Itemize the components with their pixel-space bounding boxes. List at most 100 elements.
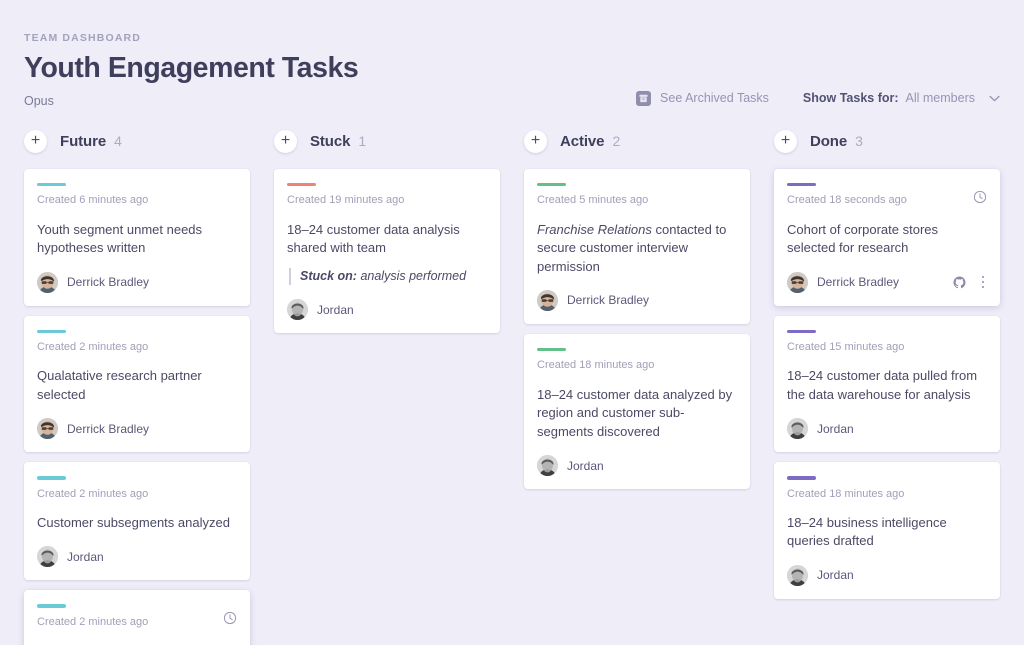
jordan-avatar	[537, 455, 558, 476]
chevron-down-icon[interactable]	[989, 95, 1000, 102]
derrick-avatar	[787, 271, 808, 293]
card-assignee-name: Derrick Bradley	[67, 275, 150, 289]
card-assignee-name: Jordan	[817, 421, 854, 436]
card-assignee-name: Jordan	[317, 302, 354, 317]
card-title: Qualatative research partner selected	[37, 368, 202, 402]
see-archived-tasks-button[interactable]: See Archived Tasks	[636, 90, 769, 106]
stuck-note-value: analysis performed	[360, 268, 467, 283]
task-card[interactable]: Created 2 minutes agoNext youth segment …	[24, 590, 250, 645]
card-tag-bar	[37, 182, 66, 187]
task-card[interactable]: Created 5 minutes ago Franchise Relations…	[524, 168, 750, 324]
column-header: + Stuck 1	[274, 129, 500, 169]
card-assignee-name: Jordan	[67, 549, 104, 564]
jordan-avatar	[37, 546, 58, 568]
derrick-avatar	[537, 289, 558, 311]
column-header: + Done 3	[774, 129, 1000, 169]
card-tag-bar	[37, 329, 66, 333]
card-footer: Jordan	[787, 418, 987, 440]
add-task-button-done[interactable]: +	[774, 129, 797, 153]
kanban-board: + Future 4 Created 6 minutes ago Youth seg…	[0, 108, 1024, 645]
card-tag-bar	[37, 604, 66, 608]
add-task-button-active[interactable]: +	[524, 129, 547, 153]
github-icon[interactable]	[952, 275, 966, 289]
task-card[interactable]: Created 19 minutes ago 18–24 customer dat…	[274, 168, 500, 333]
clock-icon[interactable]	[973, 190, 987, 204]
card-created-time: Created 18 minutes ago	[537, 359, 655, 372]
see-archived-tasks-label: See Archived Tasks	[660, 91, 769, 106]
kebab-menu-icon[interactable]	[979, 274, 988, 291]
card-footer: Jordan	[37, 546, 237, 568]
column-header: + Active 2	[524, 129, 750, 169]
derrick-avatar	[37, 418, 58, 440]
column-count: 3	[855, 133, 863, 150]
card-assignee-name: Derrick Bradley	[817, 275, 900, 289]
card-created-time: Created 2 minutes ago	[37, 615, 149, 628]
breadcrumb-eyebrow: TEAM DASHBOARD	[24, 32, 142, 44]
card-created-time: Created 18 seconds ago	[787, 194, 907, 207]
card-title: Franchise Relations contacted to secure …	[537, 221, 737, 276]
card-title: 18–24 customer data pulled from the data…	[787, 368, 978, 402]
page-header: TEAM DASHBOARD Youth Engagement Tasks Op…	[0, 0, 1024, 108]
derrick-avatar	[37, 271, 58, 293]
card-tag-bar	[787, 476, 816, 480]
column-title: Active	[560, 132, 605, 150]
card-tag-bar	[37, 476, 66, 480]
column-count: 2	[612, 133, 621, 150]
card-footer: Jordan	[787, 564, 987, 586]
add-task-button-stuck[interactable]: +	[274, 129, 297, 153]
jordan-avatar	[287, 299, 308, 320]
card-title: 18–24 customer data analyzed by region a…	[537, 386, 733, 439]
jordan-avatar	[787, 418, 808, 440]
card-tag-bar	[537, 347, 566, 352]
stuck-note-label: Stuck on:	[300, 268, 357, 283]
card-assignee-name: Jordan	[567, 458, 604, 473]
task-card[interactable]: Created 2 minutes ago Customer subsegment…	[24, 462, 250, 581]
card-created-time: Created 2 minutes ago	[37, 487, 149, 500]
show-tasks-for-value: All members	[905, 91, 975, 106]
add-task-button-future[interactable]: +	[24, 129, 47, 153]
board-column-done: + Done 3 Created 18 seconds ago Cohort of…	[762, 129, 1012, 599]
column-title: Done	[810, 132, 848, 150]
card-footer: Derrick Bradley	[537, 289, 737, 311]
board-column-active: + Active 2 Created 5 minutes ago Franchise…	[512, 129, 762, 489]
card-title: Customer subsegments analyzed	[37, 514, 230, 530]
card-tag-bar	[537, 182, 566, 187]
card-title: 18–24 customer data analysis shared with…	[287, 221, 460, 256]
card-assignee-name: Derrick Bradley	[567, 293, 650, 308]
task-card[interactable]: Created 15 minutes ago 18–24 customer dat…	[774, 315, 1000, 453]
column-card-list: Created 5 minutes ago Franchise Relations…	[524, 168, 750, 489]
task-card[interactable]: Created 18 minutes ago 18–24 customer dat…	[524, 333, 750, 489]
card-created-time: Created 19 minutes ago	[287, 194, 405, 207]
card-created-time: Created 6 minutes ago	[37, 194, 149, 207]
card-title: Youth segment unmet needs hypotheses wri…	[37, 221, 203, 256]
card-footer: Jordan	[287, 299, 487, 320]
show-tasks-for-label: Show Tasks for:	[802, 91, 899, 106]
card-created-time: Created 2 minutes ago	[37, 341, 149, 353]
card-assignee-name: Derrick Bradley	[67, 421, 150, 436]
task-card[interactable]: Created 2 minutes ago Qualatative researc…	[24, 315, 250, 453]
card-footer: Jordan	[537, 455, 737, 476]
board-column-future: + Future 4 Created 6 minutes ago Youth seg…	[12, 129, 262, 645]
task-card[interactable]: Created 18 seconds ago Cohort of corporat…	[774, 168, 1000, 306]
clock-icon[interactable]	[223, 611, 237, 625]
column-count: 4	[114, 133, 122, 150]
card-tag-bar	[787, 329, 816, 333]
column-count: 1	[358, 133, 367, 150]
task-card[interactable]: Created 6 minutes ago Youth segment unmet…	[24, 168, 250, 306]
show-tasks-for-filter[interactable]: Show Tasks for: All members	[803, 91, 1000, 105]
card-title: Cohort of corporate stores selected for …	[787, 221, 939, 256]
card-created-time: Created 18 minutes ago	[787, 487, 905, 500]
card-created-time: Created 15 minutes ago	[787, 341, 905, 353]
task-card[interactable]: Created 18 minutes ago 18–24 business int…	[774, 462, 1000, 599]
card-tag-bar	[287, 182, 316, 187]
column-card-list: Created 19 minutes ago 18–24 customer dat…	[274, 168, 500, 333]
page-title: Youth Engagement Tasks	[24, 52, 359, 84]
board-column-stuck: + Stuck 1 Created 19 minutes ago 18–24 cus…	[262, 129, 512, 333]
card-footer: Derrick Bradley	[787, 271, 988, 293]
jordan-avatar	[787, 564, 808, 586]
column-header: + Future 4	[24, 129, 250, 169]
card-actions	[952, 274, 988, 291]
card-tag-bar	[787, 182, 816, 187]
card-footer: Derrick Bradley	[37, 271, 237, 293]
card-title: 18–24 business intelligence queries draf…	[787, 514, 947, 549]
